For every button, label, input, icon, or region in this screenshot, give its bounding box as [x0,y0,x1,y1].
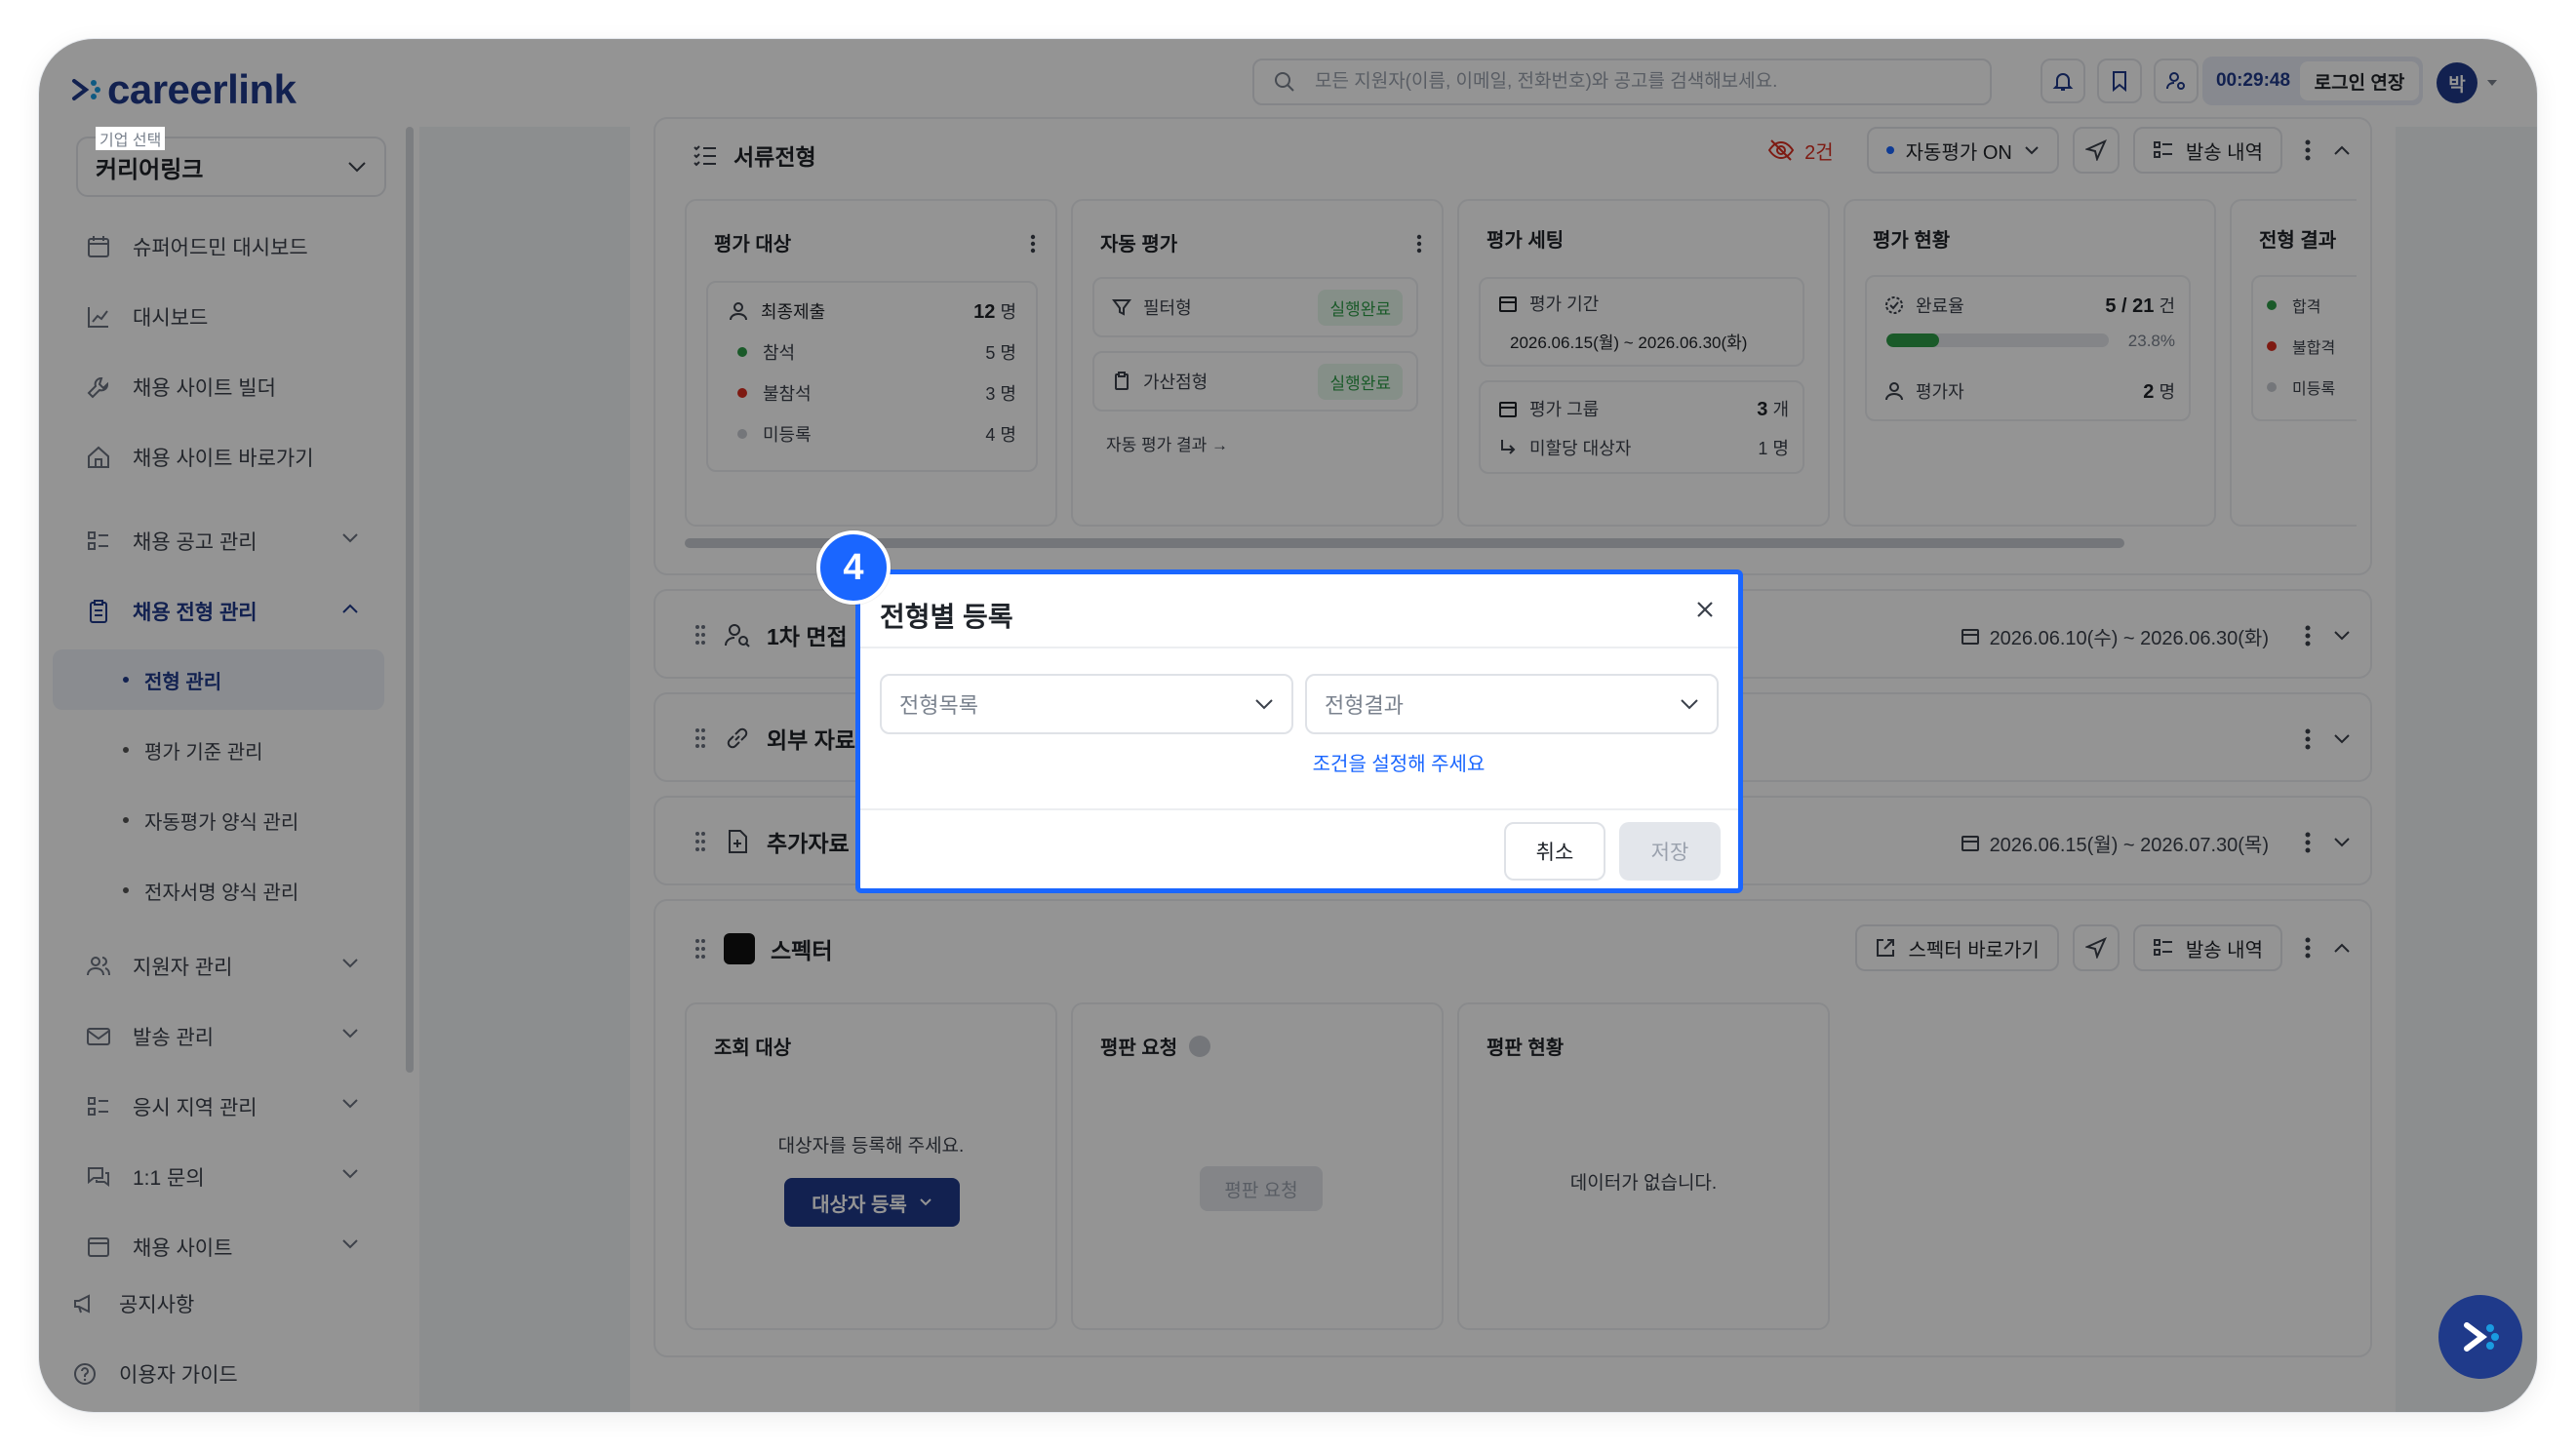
chevron-down-icon [1681,699,1698,710]
stage-register-modal: 전형별 등록 전형목록 전형결과 조건을 설정해 주세요 취소 저장 [855,569,1743,893]
stage-list-select[interactable]: 전형목록 [880,674,1293,734]
chevron-down-icon [1255,699,1273,710]
modal-title: 전형별 등록 [880,602,1013,632]
condition-hint: 조건을 설정해 주세요 [1312,754,1486,775]
divider [860,808,1738,810]
close-icon[interactable] [1695,600,1715,619]
divider [860,647,1738,648]
step-number-badge: 4 [816,530,891,605]
cancel-button[interactable]: 취소 [1504,822,1605,881]
app-window: careerlink 00:29:48 로그인 연장 박 기업 선택 커리어링크 [39,39,2537,1412]
floating-help-button[interactable] [2438,1295,2522,1379]
select-placeholder: 전형목록 [899,693,978,718]
save-button[interactable]: 저장 [1619,822,1721,881]
careerlink-fab-icon [2464,1322,2499,1352]
company-select-label: 기업 선택 [96,127,166,150]
select-placeholder: 전형결과 [1325,693,1404,718]
stage-result-select[interactable]: 전형결과 [1305,674,1719,734]
